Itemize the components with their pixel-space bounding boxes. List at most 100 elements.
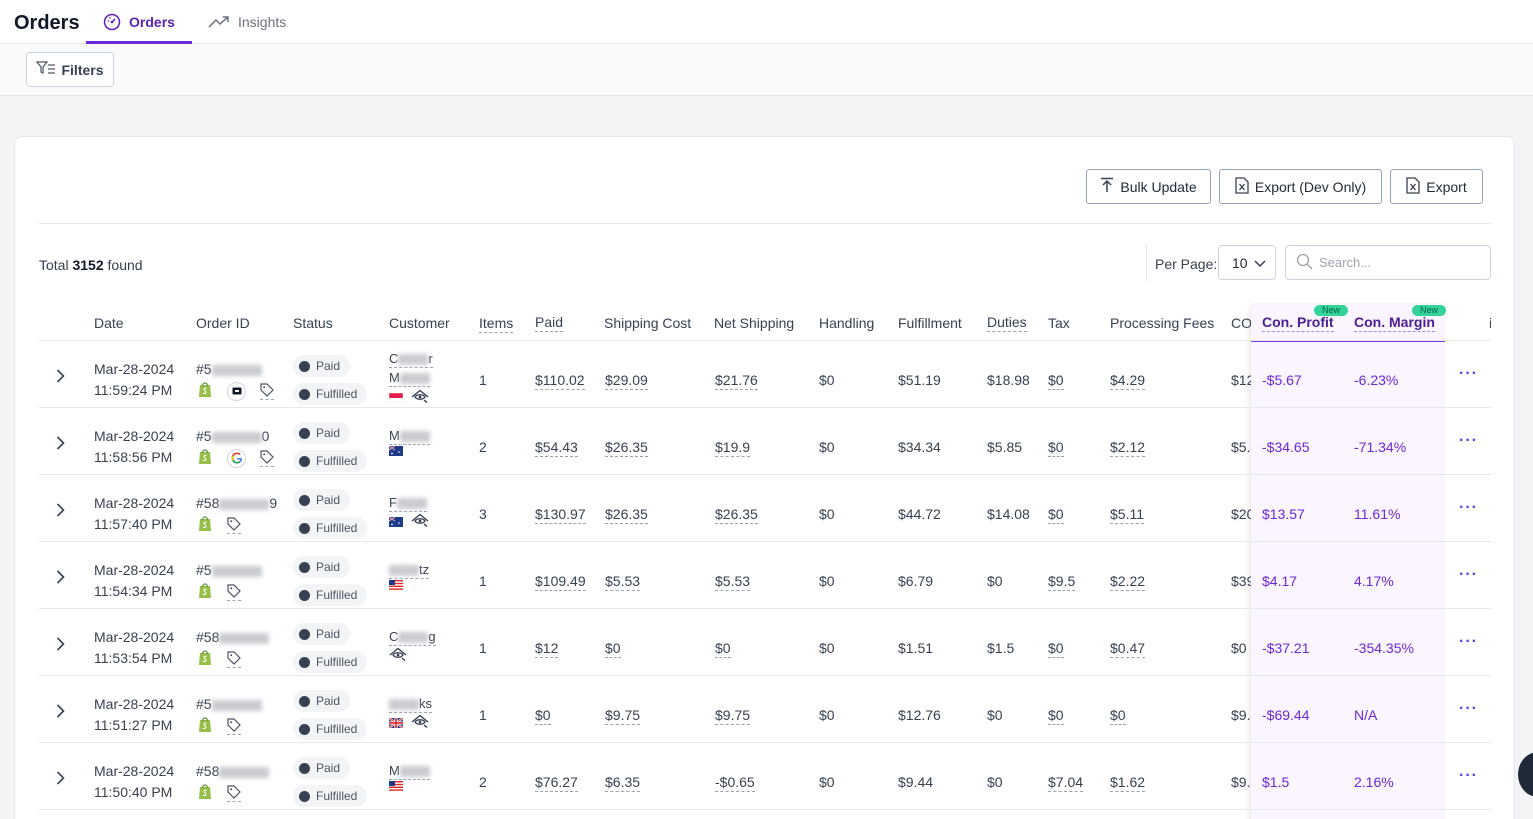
processing-fees[interactable]: $2.22 (1110, 573, 1146, 591)
tag-icon[interactable] (227, 583, 241, 601)
tax[interactable]: $9.5 (1048, 573, 1076, 591)
tag-icon[interactable] (260, 382, 274, 400)
search-box[interactable] (1285, 245, 1491, 280)
col-date[interactable]: Date (94, 315, 124, 331)
chat-launcher[interactable] (1518, 752, 1533, 797)
col-customer[interactable]: Customer (389, 315, 450, 331)
processing-fees[interactable]: $1.62 (1110, 774, 1146, 792)
shipping-cost[interactable]: $5.53 (605, 573, 641, 591)
processing-fees[interactable]: $2.12 (1110, 439, 1146, 457)
processing-fees[interactable]: $0.47 (1110, 640, 1146, 658)
shipping-cost[interactable]: $29.09 (605, 372, 648, 390)
customer-name[interactable]: M (389, 428, 430, 445)
col-con-profit[interactable]: Con. Profit (1262, 314, 1334, 332)
row-actions-icon[interactable]: ··· (1459, 566, 1478, 584)
tag-icon[interactable] (227, 717, 241, 735)
customer-name[interactable]: ks (389, 696, 432, 713)
paid-amount[interactable]: $130.97 (535, 506, 586, 524)
tax[interactable]: $0 (1048, 707, 1064, 725)
processing-fees[interactable]: $0 (1110, 707, 1126, 725)
net-shipping[interactable]: $5.53 (715, 573, 751, 591)
row-actions-icon[interactable]: ··· (1459, 767, 1478, 785)
order-id[interactable]: #5 0 (196, 428, 269, 444)
bulk-update-button[interactable]: Bulk Update (1086, 169, 1211, 204)
processing-fees[interactable]: $4.29 (1110, 372, 1146, 390)
shipping-cost[interactable]: $0 (605, 640, 621, 658)
export-dev-button[interactable]: Export (Dev Only) (1219, 169, 1382, 204)
shipping-cost[interactable]: $26.35 (605, 506, 648, 524)
row-actions-icon[interactable]: ··· (1459, 432, 1478, 450)
customer-name[interactable]: Cr (389, 351, 433, 368)
table-row[interactable]: Mar-28-2024 11:53:54 PM #58 Paid Fulfilled Cg… (39, 609, 1491, 676)
net-shipping[interactable]: $21.76 (715, 372, 758, 390)
col-duties[interactable]: Duties (987, 314, 1027, 332)
order-id[interactable]: #5 (196, 562, 262, 578)
customer-name[interactable]: Cg (389, 629, 436, 646)
row-actions-icon[interactable]: ··· (1459, 700, 1478, 718)
col-items[interactable]: Items (479, 315, 514, 333)
row-actions-icon[interactable]: ··· (1459, 365, 1478, 383)
net-shipping[interactable]: $19.9 (715, 439, 751, 457)
tax[interactable]: $0 (1048, 640, 1064, 658)
tag-icon[interactable] (260, 449, 274, 467)
order-id[interactable]: #5 (196, 696, 262, 712)
col-shipping-cost[interactable]: Shipping Cost (604, 315, 691, 331)
search-input[interactable] (1319, 255, 1479, 270)
processing-fees[interactable]: $5.11 (1110, 506, 1144, 524)
expand-row-icon[interactable] (56, 637, 65, 654)
col-fulfillment[interactable]: Fulfillment (898, 315, 962, 331)
table-row[interactable]: Mar-28-2024 11:50:40 PM #58 Paid Fulfilled M 2… (39, 743, 1491, 810)
net-shipping[interactable]: $0 (715, 640, 731, 658)
col-cogs[interactable]: CO (1231, 315, 1251, 331)
shipping-cost[interactable]: $26.35 (605, 439, 648, 457)
customer-surname[interactable]: M (389, 370, 430, 387)
expand-row-icon[interactable] (56, 704, 65, 721)
table-row[interactable]: Mar-28-2024 11:59:24 PM #5 Paid Fulfilled Cr M… (39, 341, 1491, 408)
customer-name[interactable]: F (389, 495, 427, 512)
shipping-cost[interactable]: $6.35 (605, 774, 641, 792)
col-tax[interactable]: Tax (1048, 315, 1070, 331)
filters-button[interactable]: Filters (26, 52, 114, 87)
paid-amount[interactable]: $54.43 (535, 439, 578, 457)
paid-amount[interactable]: $76.27 (535, 774, 578, 792)
tax[interactable]: $0 (1048, 506, 1064, 524)
col-order-id[interactable]: Order ID (196, 315, 250, 331)
col-status[interactable]: Status (293, 315, 333, 331)
table-row[interactable]: Mar-28-2024 11:57:40 PM #58 9 Paid Fulfilled F… (39, 475, 1491, 542)
col-con-margin[interactable]: Con. Margin (1354, 314, 1435, 332)
paid-amount[interactable]: $12 (535, 640, 559, 658)
expand-row-icon[interactable] (56, 503, 65, 520)
tag-icon[interactable] (227, 784, 241, 802)
expand-row-icon[interactable] (56, 771, 65, 788)
tax[interactable]: $0 (1048, 372, 1064, 390)
order-id[interactable]: #58 (196, 763, 270, 779)
tag-icon[interactable] (227, 650, 241, 668)
tax[interactable]: $0 (1048, 439, 1064, 457)
net-shipping[interactable]: $26.35 (715, 506, 758, 524)
row-actions-icon[interactable]: ··· (1459, 633, 1478, 651)
order-id[interactable]: #58 9 (196, 495, 277, 511)
tab-orders[interactable]: Orders (86, 0, 192, 44)
order-id[interactable]: #5 (196, 361, 262, 377)
tax[interactable]: $7.04 (1048, 774, 1084, 792)
per-page-select[interactable]: 10 (1218, 245, 1276, 280)
expand-row-icon[interactable] (56, 570, 65, 587)
net-shipping[interactable]: -$0.65 (715, 774, 755, 792)
customer-name[interactable]: M (389, 763, 430, 780)
tag-icon[interactable] (227, 516, 241, 534)
export-button[interactable]: Export (1390, 169, 1483, 204)
col-paid[interactable]: Paid (535, 314, 564, 332)
paid-amount[interactable]: $110.02 (535, 372, 585, 390)
col-handling[interactable]: Handling (819, 315, 874, 331)
table-row[interactable]: Mar-28-2024 11:51:27 PM #5 Paid Fulfilled ks 1… (39, 676, 1491, 743)
expand-row-icon[interactable] (56, 436, 65, 453)
paid-amount[interactable]: $109.49 (535, 573, 586, 591)
order-id[interactable]: #58 (196, 629, 270, 645)
shipping-cost[interactable]: $9.75 (605, 707, 641, 725)
table-row[interactable]: Mar-28-2024 11:54:34 PM #5 Paid Fulfilled tz 1… (39, 542, 1491, 609)
expand-row-icon[interactable] (56, 369, 65, 386)
col-net-shipping[interactable]: Net Shipping (714, 315, 794, 331)
tab-insights[interactable]: Insights (208, 0, 286, 44)
paid-amount[interactable]: $0 (535, 707, 551, 725)
customer-name[interactable]: tz (389, 562, 430, 579)
